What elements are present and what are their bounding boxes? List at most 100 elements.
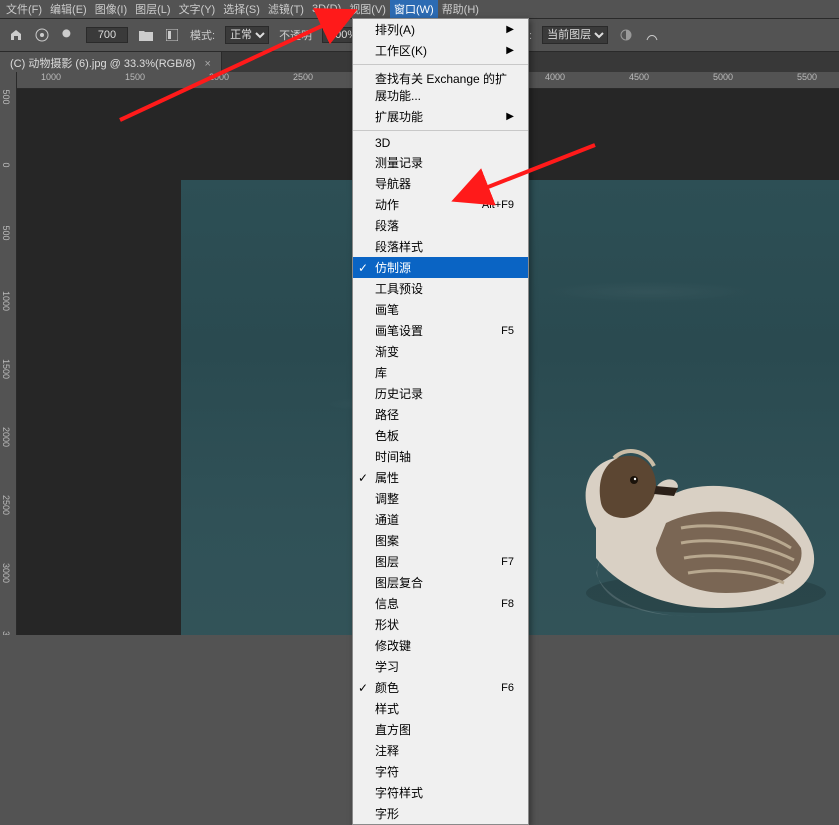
menu-entry[interactable]: 注释 bbox=[353, 740, 528, 761]
home-icon[interactable] bbox=[8, 27, 24, 43]
menu-entry-label: 时间轴 bbox=[375, 448, 411, 465]
ruler-tick: 500 bbox=[1, 225, 11, 240]
tool-icon[interactable] bbox=[34, 27, 50, 43]
menu-entry-label: 样式 bbox=[375, 700, 399, 717]
menu-entry[interactable]: 色板 bbox=[353, 425, 528, 446]
menu-entry-label: 字符样式 bbox=[375, 784, 423, 801]
menu-entry-label: 注释 bbox=[375, 742, 399, 759]
menu-entry[interactable]: 动作Alt+F9 bbox=[353, 194, 528, 215]
document-tab[interactable]: (C) 动物摄影 (6).jpg @ 33.3%(RGB/8) × bbox=[0, 51, 222, 74]
menu-entry[interactable]: 字形 bbox=[353, 803, 528, 824]
menu-entry-label: 扩展功能 bbox=[375, 108, 423, 125]
menu-entry-label: 查找有关 Exchange 的扩展功能... bbox=[375, 70, 514, 104]
menu-entry[interactable]: 查找有关 Exchange 的扩展功能... bbox=[353, 68, 528, 106]
ruler-tick: 2500 bbox=[1, 495, 11, 515]
menu-entry[interactable]: 库 bbox=[353, 362, 528, 383]
menu-entry-label: 修改键 bbox=[375, 637, 411, 654]
ruler-tick: 3500 bbox=[1, 631, 11, 635]
menu-entry[interactable]: 图层 F7 bbox=[353, 551, 528, 572]
ruler-tick: 500 bbox=[1, 89, 11, 104]
layers-adjust-icon[interactable] bbox=[618, 27, 634, 43]
menu-entry[interactable]: 画笔设置F5 bbox=[353, 320, 528, 341]
menu-entry[interactable]: 扩展功能 ▶ bbox=[353, 106, 528, 127]
menu-entry[interactable]: 路径 bbox=[353, 404, 528, 425]
menu-entry[interactable]: 图案 bbox=[353, 530, 528, 551]
panel-icon[interactable] bbox=[164, 27, 180, 43]
ruler-tick: 2500 bbox=[293, 72, 313, 82]
menu-entry[interactable]: 修改键 bbox=[353, 635, 528, 656]
menu-item[interactable]: 选择(S) bbox=[219, 0, 264, 19]
menu-entry[interactable]: 工具预设 bbox=[353, 278, 528, 299]
menu-entry[interactable]: 字符样式 bbox=[353, 782, 528, 803]
ruler-tick: 1500 bbox=[125, 72, 145, 82]
menu-entry[interactable]: 直方图 bbox=[353, 719, 528, 740]
menu-entry[interactable]: 渐变 bbox=[353, 341, 528, 362]
menu-entry-label: 图层 bbox=[375, 553, 399, 570]
menu-entry-label: 画笔 bbox=[375, 301, 399, 318]
menu-entry[interactable]: 调整 bbox=[353, 488, 528, 509]
menu-entry[interactable]: 画笔 bbox=[353, 299, 528, 320]
menu-entry[interactable]: 工作区(K)▶ bbox=[353, 40, 528, 61]
menu-entry[interactable]: 3D bbox=[353, 134, 528, 152]
menu-entry-label: 通道 bbox=[375, 511, 399, 528]
menu-shortcut: F5 bbox=[501, 325, 514, 337]
menu-entry[interactable]: 段落样式 bbox=[353, 236, 528, 257]
menu-entry-label: 动作 bbox=[375, 196, 399, 213]
menu-entry[interactable]: 形状 bbox=[353, 614, 528, 635]
menu-entry[interactable]: 学习 bbox=[353, 656, 528, 677]
menu-entry[interactable]: 字符 bbox=[353, 761, 528, 782]
check-icon: ✓ bbox=[358, 471, 368, 485]
ruler-tick: 0 bbox=[1, 162, 11, 167]
menu-entry-label: 颜色 bbox=[375, 679, 399, 696]
menu-entry[interactable]: ✓仿制源 bbox=[353, 257, 528, 278]
menu-entry[interactable]: 样式 bbox=[353, 698, 528, 719]
ruler-tick: 1500 bbox=[1, 359, 11, 379]
menu-entry-label: 字形 bbox=[375, 805, 399, 822]
menu-entry[interactable]: 图层复合 bbox=[353, 572, 528, 593]
menu-item[interactable]: 文字(Y) bbox=[175, 0, 220, 19]
ruler-tick: 2000 bbox=[209, 72, 229, 82]
menu-item[interactable]: 图像(I) bbox=[91, 0, 131, 19]
menu-shortcut: F6 bbox=[501, 682, 514, 694]
menu-entry[interactable]: 排列(A)▶ bbox=[353, 19, 528, 40]
menu-item[interactable]: 视图(V) bbox=[345, 0, 390, 19]
window-menu-dropdown: 排列(A)▶工作区(K)▶ 查找有关 Exchange 的扩展功能... 扩展功能 ▶… bbox=[352, 18, 529, 825]
menu-entry-label: 字符 bbox=[375, 763, 399, 780]
menu-entry-label: 图案 bbox=[375, 532, 399, 549]
menu-entry[interactable]: 时间轴 bbox=[353, 446, 528, 467]
sample-select[interactable]: 当前图层 bbox=[542, 26, 608, 44]
menu-entry[interactable]: 历史记录 bbox=[353, 383, 528, 404]
submenu-arrow-icon: ▶ bbox=[506, 24, 514, 35]
image-goose bbox=[506, 408, 826, 635]
menu-item[interactable]: 滤镜(T) bbox=[264, 0, 308, 19]
menu-item[interactable]: 编辑(E) bbox=[46, 0, 91, 19]
menu-entry-label: 路径 bbox=[375, 406, 399, 423]
menu-entry-label: 工具预设 bbox=[375, 280, 423, 297]
menu-item[interactable]: 图层(L) bbox=[131, 0, 174, 19]
menu-entry[interactable]: 通道 bbox=[353, 509, 528, 530]
blend-mode-select[interactable]: 正常 bbox=[225, 26, 269, 44]
menu-entry[interactable]: 信息 F8 bbox=[353, 593, 528, 614]
close-icon[interactable]: × bbox=[204, 58, 210, 70]
menu-entry[interactable]: ✓属性 bbox=[353, 467, 528, 488]
menu-entry-label: 信息 bbox=[375, 595, 399, 612]
menu-entry[interactable]: 测量记录 bbox=[353, 152, 528, 173]
menu-item[interactable]: 3D(D) bbox=[308, 1, 345, 17]
menu-entry[interactable]: 段落 bbox=[353, 215, 528, 236]
brush-preset-icon[interactable] bbox=[60, 27, 76, 43]
menu-item[interactable]: 窗口(W) bbox=[390, 0, 438, 19]
brush-size-field[interactable]: 700 bbox=[86, 27, 128, 43]
menu-shortcut: F8 bbox=[501, 598, 514, 610]
menu-entry[interactable]: 导航器 bbox=[353, 173, 528, 194]
submenu-arrow-icon: ▶ bbox=[506, 111, 514, 122]
menu-entry[interactable]: ✓颜色F6 bbox=[353, 677, 528, 698]
mode-label: 模式: bbox=[190, 27, 215, 43]
menu-entry-label: 历史记录 bbox=[375, 385, 423, 402]
menu-shortcut: F7 bbox=[501, 556, 514, 568]
pressure-icon[interactable] bbox=[644, 27, 660, 43]
submenu-arrow-icon: ▶ bbox=[506, 45, 514, 56]
folder-icon[interactable] bbox=[138, 27, 154, 43]
menu-item[interactable]: 文件(F) bbox=[2, 0, 46, 19]
menu-item[interactable]: 帮助(H) bbox=[438, 0, 483, 19]
menu-entry-label: 3D bbox=[375, 136, 390, 150]
